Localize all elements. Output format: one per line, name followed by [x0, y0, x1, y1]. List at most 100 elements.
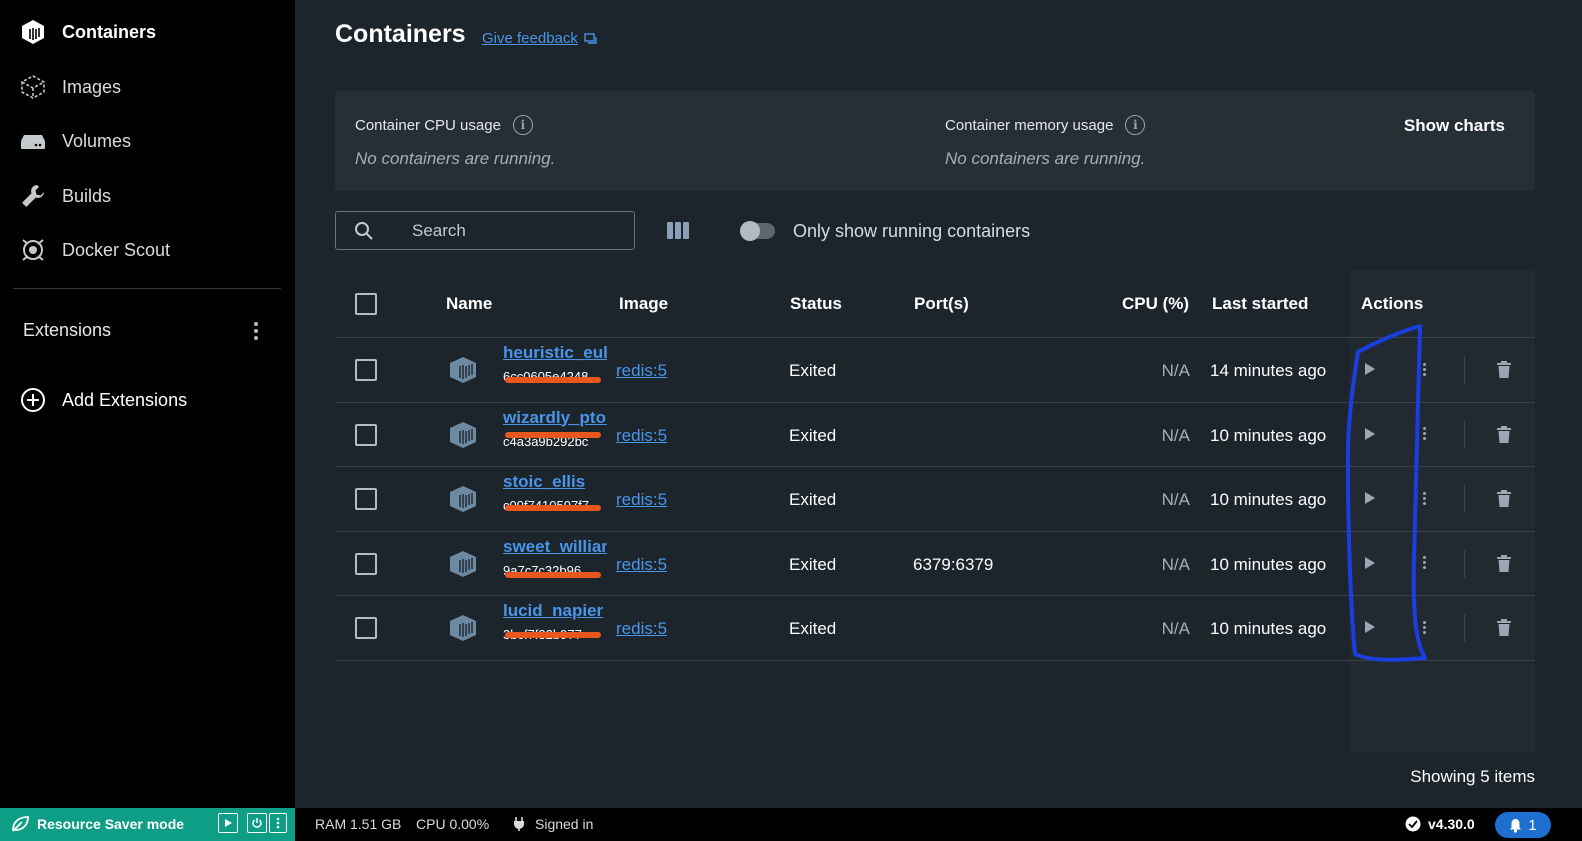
more-actions-button[interactable] — [1418, 425, 1430, 443]
ram-usage: RAM 1.51 GB — [315, 816, 402, 832]
add-circle-icon — [21, 388, 45, 412]
play-icon — [1365, 621, 1375, 633]
extensions-more-icon[interactable] — [247, 318, 265, 344]
engine-play-button[interactable] — [218, 813, 238, 833]
version-label[interactable]: v4.30.0 — [1428, 816, 1475, 832]
notifications-button[interactable]: 1 — [1495, 812, 1551, 838]
show-charts-button[interactable]: Show charts — [1404, 116, 1505, 136]
table-row[interactable]: sweet_williams 9a7c7c32b96 redis:5 Exite… — [335, 532, 1535, 596]
trash-icon — [1497, 361, 1511, 378]
table-row[interactable]: wizardly_ptolemy c4a3a9b292bc redis:5 Ex… — [335, 403, 1535, 467]
redaction-mark — [505, 571, 601, 578]
col-image[interactable]: Image — [619, 294, 668, 314]
sidebar-item-containers[interactable]: Containers — [0, 12, 295, 52]
image-link[interactable]: redis:5 — [616, 490, 667, 510]
row-checkbox[interactable] — [355, 423, 377, 446]
engine-power-button[interactable] — [247, 813, 267, 833]
cpu-text: N/A — [1161, 490, 1190, 509]
sidebar-item-volumes[interactable]: Volumes — [0, 121, 295, 161]
play-icon — [225, 819, 232, 827]
leaf-icon — [12, 816, 29, 832]
search-box[interactable] — [335, 211, 635, 250]
container-name-link[interactable]: wizardly_ptolemy — [503, 408, 607, 428]
more-icon — [276, 817, 280, 829]
table-row[interactable]: heuristic_euler 6cc0605e4248 redis:5 Exi… — [335, 338, 1535, 403]
container-name-link[interactable]: lucid_napier — [503, 601, 607, 621]
select-all-checkbox[interactable] — [355, 293, 377, 315]
col-cpu[interactable]: CPU (%) — [1122, 294, 1189, 314]
main-content: Containers Give feedback Container CPU u… — [295, 0, 1582, 815]
last-started-text: 10 minutes ago — [1210, 490, 1327, 509]
engine-more-button[interactable] — [269, 813, 287, 833]
give-feedback-link[interactable]: Give feedback — [482, 30, 598, 47]
delete-button[interactable] — [1496, 489, 1512, 509]
more-actions-button[interactable] — [1418, 360, 1430, 378]
check-circle-icon — [1405, 816, 1421, 832]
sidebar-item-images[interactable]: Images — [0, 67, 295, 107]
row-checkbox[interactable] — [355, 617, 377, 639]
row-checkbox[interactable] — [355, 552, 377, 575]
sidebar: Containers Images Volumes Builds Docker … — [0, 0, 295, 815]
container-name-link[interactable]: stoic_ellis — [503, 472, 607, 492]
bell-icon — [1510, 818, 1522, 833]
delete-button[interactable] — [1496, 425, 1512, 445]
col-last-started[interactable]: Last started — [1212, 294, 1308, 314]
more-actions-button[interactable] — [1418, 554, 1430, 572]
sidebar-item-label: Containers — [62, 21, 157, 42]
add-extensions-button[interactable]: Add Extensions — [19, 383, 187, 417]
row-checkbox[interactable] — [355, 488, 377, 510]
signed-in-status[interactable]: Signed in — [535, 816, 593, 832]
table-row[interactable]: stoic_ellis c09f7410597f7 redis:5 Exited… — [335, 467, 1535, 532]
memory-usage-empty: No containers are running. — [945, 149, 1146, 168]
search-input[interactable] — [412, 219, 622, 243]
play-icon — [1365, 556, 1375, 569]
running-only-label: Only show running containers — [793, 221, 1031, 241]
ports-text[interactable]: 6379:6379 — [913, 555, 993, 575]
sidebar-item-docker-scout[interactable]: Docker Scout — [0, 230, 295, 270]
sidebar-item-builds[interactable]: Builds — [0, 176, 295, 216]
resource-saver-bar: Resource Saver mode — [0, 808, 295, 841]
info-icon[interactable]: i — [512, 115, 533, 135]
col-ports[interactable]: Port(s) — [914, 294, 969, 314]
sidebar-item-label: Volumes — [62, 130, 132, 151]
sidebar-item-label: Docker Scout — [62, 239, 171, 260]
image-link[interactable]: redis:5 — [616, 619, 667, 639]
col-status[interactable]: Status — [790, 294, 842, 314]
image-link[interactable]: redis:5 — [616, 361, 667, 381]
last-started-text: 10 minutes ago — [1210, 425, 1327, 445]
cpu-usage-empty: No containers are running. — [355, 149, 556, 168]
start-button[interactable] — [1362, 554, 1378, 572]
more-actions-button[interactable] — [1418, 618, 1430, 636]
delete-button[interactable] — [1496, 554, 1512, 574]
showing-count: Showing 5 items — [1410, 767, 1535, 786]
running-only-toggle[interactable] — [740, 221, 775, 241]
info-icon[interactable]: i — [1125, 115, 1146, 135]
delete-button[interactable] — [1496, 360, 1512, 380]
start-button[interactable] — [1362, 489, 1378, 507]
image-link[interactable]: redis:5 — [616, 555, 667, 575]
notification-count: 1 — [1528, 816, 1537, 834]
start-button[interactable] — [1362, 425, 1378, 443]
container-name-link[interactable]: sweet_williams — [503, 537, 607, 557]
status-text: Exited — [789, 490, 837, 509]
table-row[interactable]: lucid_napier 3bcf7f32b977 redis:5 Exited… — [335, 596, 1535, 661]
last-started-text: 10 minutes ago — [1210, 554, 1327, 574]
status-text: Exited — [789, 619, 837, 638]
cpu-text: N/A — [1161, 361, 1190, 380]
start-button[interactable] — [1362, 360, 1378, 378]
search-icon — [355, 222, 373, 240]
status-bar: Resource Saver mode RAM 1.51 GB CPU 0.00… — [0, 808, 1582, 841]
delete-button[interactable] — [1496, 618, 1512, 638]
containers-icon — [19, 18, 47, 46]
cpu-text: N/A — [1161, 554, 1190, 574]
images-icon — [19, 73, 47, 101]
more-actions-button[interactable] — [1418, 489, 1430, 507]
row-checkbox[interactable] — [355, 359, 377, 381]
image-link[interactable]: redis:5 — [616, 426, 667, 446]
start-button[interactable] — [1362, 618, 1378, 636]
plug-icon — [514, 817, 524, 831]
columns-icon[interactable] — [667, 222, 689, 239]
col-name[interactable]: Name — [446, 294, 492, 314]
container-name-link[interactable]: heuristic_euler — [503, 343, 607, 363]
cpu-usage-title: Container CPU usage — [355, 116, 501, 134]
